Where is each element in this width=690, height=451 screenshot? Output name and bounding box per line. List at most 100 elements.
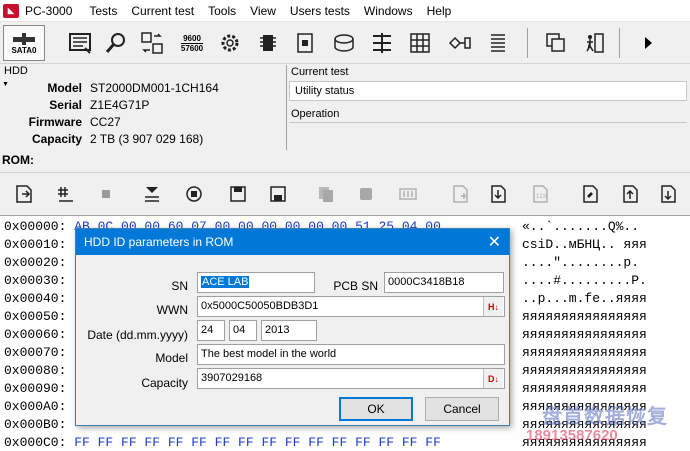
more-button[interactable] bbox=[632, 26, 664, 60]
disk-button[interactable] bbox=[328, 26, 360, 60]
hex-address: 0x000C0: bbox=[4, 435, 67, 450]
refresh-chip-icon bbox=[186, 186, 202, 202]
model-field[interactable]: The best model in the world bbox=[197, 344, 505, 365]
menu-view[interactable]: View bbox=[243, 0, 283, 22]
sata-label: SATA0 bbox=[11, 45, 37, 55]
model-label: Model bbox=[155, 351, 188, 365]
edit-document-icon bbox=[583, 185, 598, 203]
grid-button[interactable] bbox=[404, 26, 436, 60]
hdd-row: Model ST2000DM001-1CH164 bbox=[0, 81, 285, 98]
board-icon bbox=[297, 33, 313, 53]
ok-button[interactable]: OK bbox=[339, 397, 413, 421]
app-title: PC-3000 bbox=[25, 3, 73, 18]
capacity-generate-button[interactable]: D↓ bbox=[483, 369, 503, 388]
rom-hash-button[interactable] bbox=[52, 180, 80, 208]
hex-ascii: яяяяяяяяяяяяяяяя bbox=[522, 345, 647, 360]
sn-field[interactable]: ACE LAB bbox=[197, 272, 315, 293]
sn-label: SN bbox=[171, 279, 188, 293]
baud-top: 9600 bbox=[183, 33, 201, 43]
rom-stop-button[interactable] bbox=[92, 180, 120, 208]
pcb-sn-field[interactable]: 0000C3418B18 bbox=[384, 272, 504, 293]
hdd-value: CC27 bbox=[90, 115, 121, 129]
settings-button[interactable] bbox=[214, 26, 246, 60]
menu-tests[interactable]: Tests bbox=[82, 0, 124, 22]
network-button[interactable] bbox=[444, 26, 476, 60]
rom-import-button[interactable] bbox=[484, 180, 512, 208]
hex-ascii: ..p...m.fe..яяяя bbox=[522, 291, 647, 306]
menu-windows[interactable]: Windows bbox=[357, 0, 420, 22]
date-day-field[interactable]: 24 bbox=[197, 320, 225, 341]
rom-copy-button[interactable] bbox=[312, 180, 340, 208]
rom-paste-button[interactable] bbox=[352, 180, 380, 208]
close-icon[interactable]: ✕ bbox=[488, 232, 501, 252]
menu-help[interactable]: Help bbox=[420, 0, 459, 22]
hex-ascii: яяяяяяяяяяяяяяяя bbox=[522, 381, 647, 396]
hex-ascii: «..`.......Q%.. bbox=[522, 219, 640, 234]
hex-row: 0x000B0: bbox=[4, 417, 66, 433]
rom-refresh-button[interactable] bbox=[180, 180, 208, 208]
stop-square-icon bbox=[102, 190, 110, 198]
rom-open-button[interactable] bbox=[10, 180, 38, 208]
sata-port-button[interactable]: SATA0 bbox=[3, 25, 45, 61]
exit-button[interactable] bbox=[578, 26, 610, 60]
menu-users-tests[interactable]: Users tests bbox=[283, 0, 357, 22]
hex-ascii: яяяяяяяяяяяяяяяя bbox=[522, 309, 647, 324]
hdd-value: Z1E4G71P bbox=[90, 98, 150, 112]
date-month-field[interactable]: 04 bbox=[229, 320, 257, 341]
capacity-field[interactable]: 3907029168 bbox=[197, 368, 505, 389]
hex-ascii: яяяяяяяяяяяяяяяя bbox=[522, 327, 647, 342]
windows-icon bbox=[546, 33, 565, 52]
family-utility-button[interactable] bbox=[64, 26, 96, 60]
hex-address: 0x00020: bbox=[4, 255, 67, 270]
rom-edit-button[interactable] bbox=[576, 180, 604, 208]
rom-new-button[interactable] bbox=[446, 180, 474, 208]
rom-save-button[interactable] bbox=[224, 180, 252, 208]
main-toolbar: SATA0 9600 57600 bbox=[0, 22, 690, 64]
rom-save-as-button[interactable] bbox=[264, 180, 292, 208]
heads-button[interactable] bbox=[366, 26, 398, 60]
menu-tools[interactable]: Tools bbox=[201, 0, 243, 22]
menu-bar: ◣ PC-3000 Tests Current test Tools View … bbox=[0, 0, 690, 22]
transfer-button[interactable] bbox=[136, 26, 168, 60]
hdd-row: Capacity 2 TB (3 907 029 168) bbox=[0, 132, 285, 149]
hex-ascii: ...."........p. bbox=[522, 255, 640, 270]
menu-current-test[interactable]: Current test bbox=[124, 0, 201, 22]
date-year-field[interactable]: 2013 bbox=[261, 320, 317, 341]
hex-ascii: ....#.........P. bbox=[522, 273, 647, 288]
read-arrow-icon bbox=[145, 187, 159, 202]
rom-modules-button[interactable] bbox=[394, 180, 422, 208]
hex-row: 0x00090: bbox=[4, 381, 66, 397]
save-icon bbox=[230, 186, 246, 202]
cancel-button[interactable]: Cancel bbox=[425, 397, 499, 421]
rom-hex-button[interactable]: 123 bbox=[526, 180, 554, 208]
rom-label: ROM: bbox=[2, 153, 34, 167]
save-as-icon bbox=[270, 186, 286, 202]
upload-icon bbox=[623, 185, 638, 203]
watermark: 盘首数据恢复 18913587620 bbox=[520, 398, 690, 451]
rom-read-button[interactable] bbox=[138, 180, 166, 208]
windows-button[interactable] bbox=[540, 26, 572, 60]
download-icon bbox=[661, 185, 676, 203]
hdd-key: Serial bbox=[49, 98, 82, 112]
search-button[interactable] bbox=[100, 26, 132, 60]
current-test-panel: Current test Utility status Operation bbox=[286, 65, 690, 150]
baud-rate-button[interactable]: 9600 57600 bbox=[176, 26, 208, 60]
rom-toolbar: 123 bbox=[0, 172, 690, 214]
wwn-generate-button[interactable]: H↓ bbox=[483, 297, 503, 316]
chip-icon bbox=[260, 35, 276, 51]
app-logo-icon: ◣ bbox=[3, 3, 19, 18]
hex-address: 0x00000: bbox=[4, 219, 67, 234]
copy-icon bbox=[319, 187, 333, 202]
heads-icon bbox=[373, 33, 391, 53]
board-button[interactable] bbox=[290, 26, 322, 60]
rom-download-button[interactable] bbox=[654, 180, 682, 208]
hex-address: 0x00030: bbox=[4, 273, 67, 288]
operation-box bbox=[289, 122, 687, 150]
hex-row: 0x000A0: bbox=[4, 399, 66, 415]
svg-text:123: 123 bbox=[536, 194, 547, 200]
rom-upload-button[interactable] bbox=[616, 180, 644, 208]
wwn-field[interactable]: 0x5000C50050BDB3D1 bbox=[197, 296, 505, 317]
list-button[interactable] bbox=[482, 26, 514, 60]
watermark-text: 盘首数据恢复 bbox=[542, 406, 668, 428]
chip-button[interactable] bbox=[252, 26, 284, 60]
